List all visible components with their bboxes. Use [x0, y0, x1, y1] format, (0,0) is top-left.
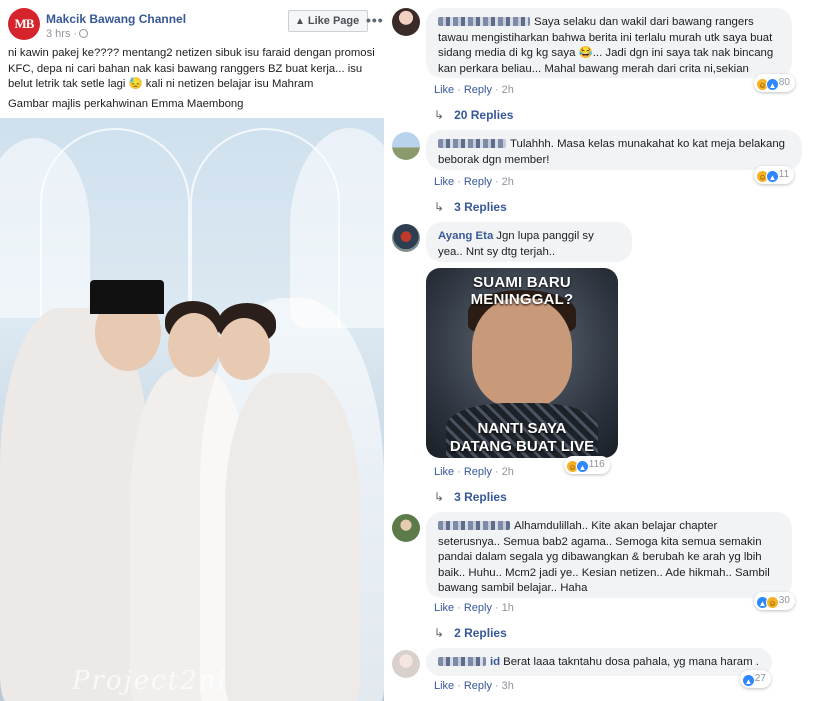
view-replies-link[interactable]: ↳ 3 Replies — [434, 490, 507, 504]
like-reaction-icon: ▲ — [766, 78, 779, 91]
bride-figure — [225, 373, 360, 701]
haha-reaction-icon: ☺ — [766, 596, 779, 609]
reaction-number: 11 — [778, 169, 790, 180]
reply-arrow-icon: ↳ — [434, 626, 445, 640]
comment-time[interactable]: 2h — [502, 176, 514, 188]
view-replies-link[interactable]: ↳ 3 Replies — [434, 200, 507, 214]
replies-count: 2 Replies — [454, 626, 507, 640]
comment-actions: Like · Reply · 2h — [434, 466, 514, 478]
comment-actions: Like · Reply · 3h — [434, 680, 514, 692]
meme-face — [472, 298, 572, 408]
comment-time[interactable]: 3h — [502, 680, 514, 692]
comment-time[interactable]: 2h — [502, 84, 514, 96]
reply-link[interactable]: Reply — [464, 680, 492, 692]
comment-bubble: Tulahhh. Masa kelas munakahat ko kat mej… — [426, 130, 802, 170]
reply-link[interactable]: Reply — [464, 84, 492, 96]
view-replies-link[interactable]: ↳ 20 Replies — [434, 108, 513, 122]
facebook-post: MB Makcik Bawang Channel 3 hrs · ▲ Like P… — [0, 0, 388, 701]
avatar[interactable] — [392, 224, 420, 252]
comment-time[interactable]: 1h — [502, 602, 514, 614]
post-body-text: ni kawin pakej ke???? mentang2 netizen s… — [8, 47, 375, 90]
reply-arrow-icon: ↳ — [434, 200, 445, 214]
comment-author[interactable]: Ayang Eta — [438, 230, 493, 242]
reaction-number: 80 — [778, 77, 790, 88]
avatar[interactable] — [392, 514, 420, 542]
comment-time[interactable]: 2h — [502, 466, 514, 478]
blurred-author-name[interactable] — [438, 521, 510, 530]
reaction-count[interactable]: ☺ ▲ 116 — [564, 456, 610, 474]
like-link[interactable]: Like — [434, 176, 454, 188]
page-name-link[interactable]: Makcik Bawang Channel — [46, 12, 186, 26]
reply-link[interactable]: Reply — [464, 176, 492, 188]
more-dots-icon[interactable]: ••• — [366, 12, 384, 28]
comment-bubble: id Berat laaa takntahu dosa pahala, yg ma… — [426, 648, 772, 676]
like-link[interactable]: Like — [434, 602, 454, 614]
comment-author[interactable]: id — [490, 656, 500, 668]
reaction-count[interactable]: ▲ ☺ 30 — [754, 592, 795, 610]
comment-bubble: Ayang Eta Jgn lupa panggil sy yea.. Nnt s… — [426, 222, 632, 262]
replies-count: 3 Replies — [454, 200, 507, 214]
reaction-count[interactable]: ▲ 27 — [740, 670, 771, 688]
reaction-count[interactable]: ☺ ▲ 80 — [754, 74, 795, 92]
reply-link[interactable]: Reply — [464, 466, 492, 478]
reply-arrow-icon: ↳ — [434, 490, 445, 504]
wedding-photo[interactable]: Project2ni — [0, 118, 384, 701]
like-reaction-icon: ▲ — [766, 170, 779, 183]
like-page-label: Like Page — [307, 15, 360, 27]
reaction-number: 30 — [778, 595, 790, 606]
middle-head — [168, 313, 220, 377]
comment-text: Berat laaa takntahu dosa pahala, yg mana… — [503, 656, 759, 668]
like-reaction-icon: ▲ — [576, 460, 589, 473]
comment-bubble: Saya selaku dan wakil dari bawang ranger… — [426, 8, 792, 78]
reply-link[interactable]: Reply — [464, 602, 492, 614]
post-caption: Gambar majlis perkahwinan Emma Maembong — [8, 98, 244, 110]
comment-actions: Like · Reply · 1h — [434, 602, 514, 614]
bride-head — [218, 318, 270, 380]
songkok — [90, 280, 164, 314]
view-replies-link[interactable]: ↳ 2 Replies — [434, 626, 507, 640]
like-link[interactable]: Like — [434, 84, 454, 96]
replies-count: 3 Replies — [454, 490, 507, 504]
comment-bubble: Alhamdulillah.. Kite akan belajar chapte… — [426, 512, 792, 598]
comments-section: Saya selaku dan wakil dari bawang ranger… — [388, 0, 830, 701]
blurred-author-name[interactable] — [438, 17, 530, 26]
blurred-author-name[interactable] — [438, 657, 486, 666]
reaction-number: 116 — [588, 459, 605, 470]
like-page-button[interactable]: ▲ Like Page — [288, 10, 369, 32]
meme-image[interactable]: SUAMI BARU MENINGGAL? NANTI SAYA DATANG … — [426, 268, 618, 458]
post-timestamp[interactable]: 3 hrs · — [46, 28, 89, 40]
comment-text: Alhamdulillah.. Kite akan belajar chapte… — [438, 520, 770, 594]
avatar[interactable] — [392, 650, 420, 678]
meme-bottom-text: DATANG BUAT LIVE — [449, 438, 595, 455]
post-time-text: 3 hrs · — [46, 28, 78, 40]
blurred-author-name[interactable] — [438, 139, 506, 148]
comment-actions: Like · Reply · 2h — [434, 84, 514, 96]
reply-arrow-icon: ↳ — [434, 108, 445, 122]
reaction-number: 27 — [754, 673, 766, 684]
avatar[interactable] — [392, 8, 420, 36]
avatar[interactable] — [392, 132, 420, 160]
like-link[interactable]: Like — [434, 466, 454, 478]
comment-actions: Like · Reply · 2h — [434, 176, 514, 188]
meme-bottom-text: NANTI SAYA — [477, 420, 567, 437]
replies-count: 20 Replies — [454, 108, 514, 122]
meme-top-text: SUAMI BARU MENINGGAL? — [470, 274, 574, 308]
like-reaction-icon: ▲ — [742, 674, 755, 687]
globe-icon — [79, 29, 89, 38]
photo-watermark: Project2ni — [72, 666, 228, 696]
thumb-up-icon: ▲ — [295, 16, 305, 27]
reaction-count[interactable]: ☺ ▲ 11 — [754, 166, 795, 184]
like-link[interactable]: Like — [434, 680, 454, 692]
page-logo[interactable]: MB — [8, 8, 40, 40]
post-header: MB Makcik Bawang Channel 3 hrs · ▲ Like P… — [8, 6, 388, 42]
